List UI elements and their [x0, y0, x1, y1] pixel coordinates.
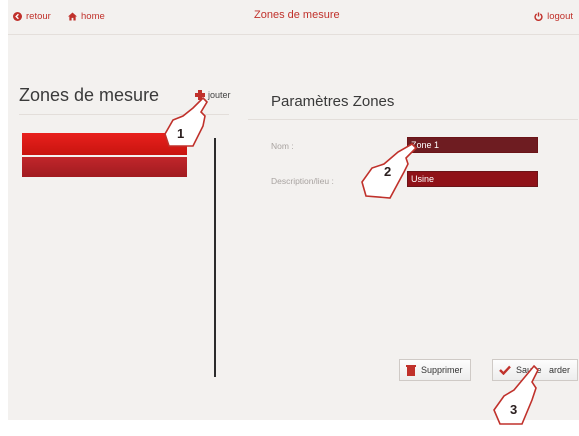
description-label: Description/lieu : — [271, 176, 334, 186]
logout-link[interactable]: logout — [534, 11, 573, 22]
home-label: home — [81, 11, 105, 22]
zone-settings-title: Paramètres Zones — [271, 93, 395, 110]
right-divider — [248, 119, 578, 120]
callout-hand-2: 2 — [360, 142, 418, 202]
pointing-hand-icon — [164, 96, 209, 147]
description-field[interactable]: Usine — [407, 171, 538, 187]
top-bar: retour home Zones de mesure logout — [8, 0, 579, 34]
home-link[interactable]: home — [68, 11, 105, 22]
back-label: retour — [26, 11, 51, 22]
zones-list-title: Zones de mesure — [19, 85, 160, 105]
app-frame: retour home Zones de mesure logout Zones… — [8, 0, 579, 420]
trash-icon — [406, 364, 416, 376]
zone-list-item[interactable] — [22, 157, 187, 177]
home-icon — [68, 12, 77, 21]
top-divider — [8, 34, 579, 35]
callout-number-2: 2 — [384, 164, 392, 179]
delete-label: Supprimer — [421, 365, 463, 375]
logout-label: logout — [547, 11, 573, 22]
pointing-hand-icon — [493, 364, 539, 425]
callout-number-3: 3 — [510, 402, 518, 417]
list-scrollbar[interactable] — [214, 138, 216, 377]
back-link[interactable]: retour — [13, 11, 51, 22]
nom-label: Nom : — [271, 141, 294, 151]
delete-button[interactable]: Supprimer — [399, 359, 471, 381]
back-circle-icon — [13, 12, 22, 21]
callout-hand-1: 1 — [163, 96, 213, 154]
power-icon — [534, 12, 543, 21]
nom-field[interactable]: Zone 1 — [407, 137, 538, 153]
page-title: Zones de mesure — [254, 9, 340, 21]
callout-hand-3: 3 — [492, 364, 542, 432]
callout-number-1: 1 — [177, 126, 185, 141]
